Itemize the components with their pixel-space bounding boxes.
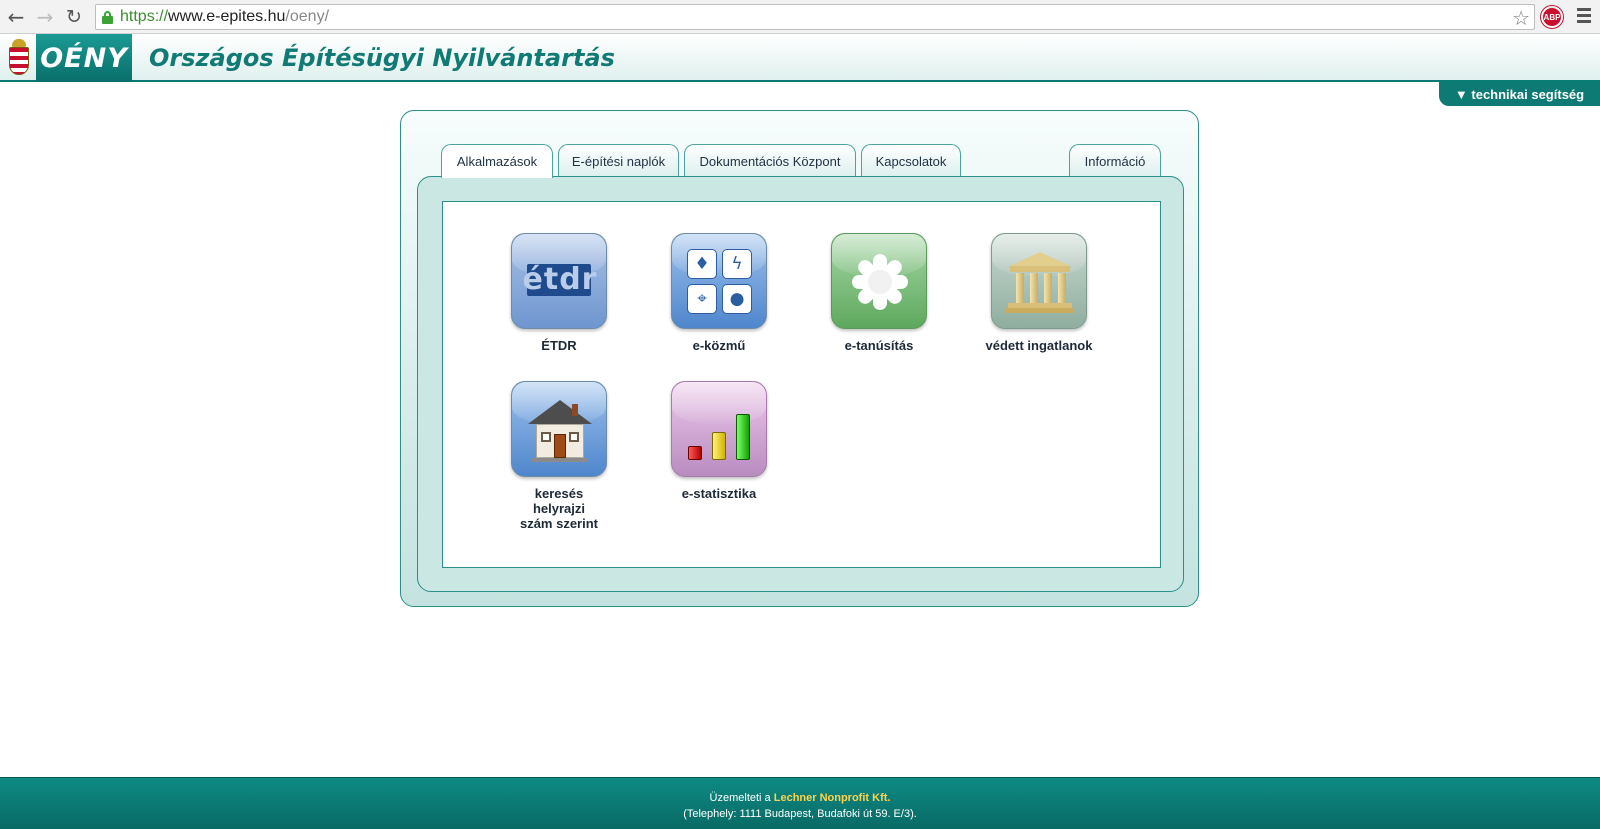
app-e-tanusitas[interactable]: e-tanúsítás xyxy=(799,233,959,353)
flame-icon: ♦ xyxy=(687,249,717,279)
footer-company-link[interactable]: Lechner Nonprofit Kft. xyxy=(774,792,891,804)
site-logo[interactable]: OÉNY xyxy=(36,34,132,82)
tab-content-panel: étdr ÉTDR ♦ ϟ ⌖ ● e-közmű e-tanúsítás vé… xyxy=(417,176,1184,592)
tab-applications[interactable]: Alkalmazások xyxy=(441,144,553,178)
lightning-icon: ϟ xyxy=(722,249,752,279)
lock-icon xyxy=(102,11,113,24)
tab-documentation-center[interactable]: Dokumentációs Központ xyxy=(684,144,856,177)
app-label[interactable]: e-statisztika xyxy=(639,486,799,501)
app-protected-properties[interactable]: védett ingatlanok xyxy=(959,233,1119,353)
site-title: Országos Építésügyi Nyilvántartás xyxy=(149,44,615,72)
tab-contacts[interactable]: Kapcsolatok xyxy=(861,144,961,177)
coat-of-arms-icon xyxy=(8,39,30,77)
footer-operated-by: Üzemelteti a xyxy=(709,792,771,804)
url-scheme: https:// xyxy=(120,8,169,25)
antenna-icon: ⌖ xyxy=(687,284,717,314)
app-label[interactable]: keresés helyrajzi szám szerint xyxy=(479,486,639,531)
water-drop-icon: ● xyxy=(722,284,752,314)
app-label[interactable]: védett ingatlanok xyxy=(959,338,1119,353)
app-label[interactable]: e-tanúsítás xyxy=(799,338,959,353)
etdr-logo-icon[interactable]: étdr xyxy=(511,233,607,329)
url-text[interactable]: https://www.e-epites.hu/oeny/ xyxy=(120,8,329,26)
app-parcel-search[interactable]: keresés helyrajzi szám szerint xyxy=(479,381,639,531)
app-label[interactable]: e-közmű xyxy=(639,338,799,353)
tab-information[interactable]: Információ xyxy=(1069,144,1161,177)
browser-menu-icon[interactable] xyxy=(1577,8,1591,24)
site-header: OÉNY Országos Építésügyi Nyilvántartás xyxy=(0,34,1600,82)
reload-icon[interactable]: ↻ xyxy=(62,5,86,29)
app-etdr[interactable]: étdr ÉTDR xyxy=(479,233,639,353)
main-panel: Alkalmazások E-építési naplók Dokumentác… xyxy=(400,110,1199,607)
page: ← → ↻ https://www.e-epites.hu/oeny/ ☆ AB… xyxy=(0,0,1600,829)
address-bar[interactable]: https://www.e-epites.hu/oeny/ ☆ xyxy=(95,4,1535,30)
logo-text: OÉNY xyxy=(40,42,128,74)
bar-chart-icon[interactable] xyxy=(671,381,767,477)
app-label[interactable]: ÉTDR xyxy=(479,338,639,353)
utilities-icon[interactable]: ♦ ϟ ⌖ ● xyxy=(671,233,767,329)
footer-address: (Telephely: 1111 Budapest, Budafoki út 5… xyxy=(683,808,917,820)
flower-icon[interactable] xyxy=(831,233,927,329)
app-e-statisztika[interactable]: e-statisztika xyxy=(639,381,799,501)
site-footer: Üzemelteti a Lechner Nonprofit Kft. (Tel… xyxy=(0,777,1600,829)
etdr-logo-text: étdr xyxy=(522,262,598,297)
forward-arrow-icon[interactable]: → xyxy=(33,5,57,29)
technical-help-button[interactable]: ▼ technikai segítség xyxy=(1439,82,1600,106)
adblock-icon[interactable]: ABP xyxy=(1541,6,1563,28)
tab-e-building-logs[interactable]: E-építési naplók xyxy=(558,144,679,177)
back-arrow-icon[interactable]: ← xyxy=(4,5,28,29)
url-path: /oeny/ xyxy=(285,8,330,25)
app-e-kozmu[interactable]: ♦ ϟ ⌖ ● e-közmű xyxy=(639,233,799,353)
temple-icon[interactable] xyxy=(991,233,1087,329)
bookmark-star-icon[interactable]: ☆ xyxy=(1512,5,1530,31)
browser-toolbar: ← → ↻ https://www.e-epites.hu/oeny/ ☆ AB… xyxy=(0,0,1600,34)
apps-grid: étdr ÉTDR ♦ ϟ ⌖ ● e-közmű e-tanúsítás vé… xyxy=(442,201,1161,568)
footer-operator: Üzemelteti a Lechner Nonprofit Kft. xyxy=(0,792,1600,804)
house-icon[interactable] xyxy=(511,381,607,477)
url-host: www.e-epites.hu xyxy=(168,8,286,25)
